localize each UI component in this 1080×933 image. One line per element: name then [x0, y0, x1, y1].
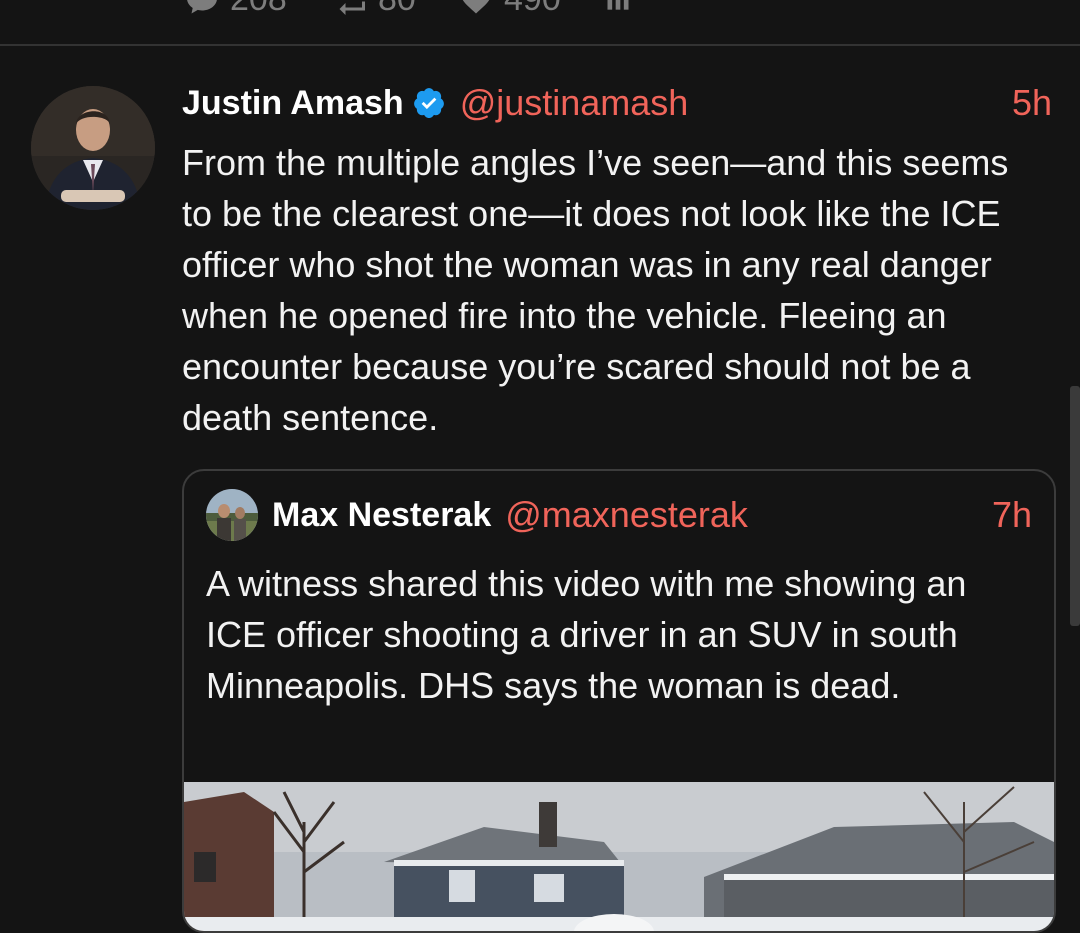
- reply-icon: [187, 0, 217, 13]
- retweet-count: 80: [378, 0, 416, 19]
- author-name[interactable]: Justin Amash: [182, 84, 404, 123]
- quoted-tweet-video-thumbnail[interactable]: [184, 782, 1054, 931]
- quoted-tweet[interactable]: Max Nesterak @maxnesterak 7h A witness s…: [182, 469, 1056, 933]
- author-handle[interactable]: @justinamash: [460, 82, 689, 124]
- stats-action[interactable]: [604, 0, 632, 16]
- quoted-author-name[interactable]: Max Nesterak: [272, 496, 491, 535]
- verified-icon: [413, 88, 444, 118]
- tweet-header: Justin Amash @justinamash 5h: [182, 80, 1052, 126]
- quoted-author-avatar[interactable]: [206, 489, 258, 541]
- tweet-timestamp[interactable]: 5h: [1012, 82, 1052, 124]
- scrollbar[interactable]: [1070, 386, 1080, 626]
- reply-count: 208: [230, 0, 287, 19]
- quoted-tweet-header: Max Nesterak @maxnesterak 7h: [206, 487, 1032, 543]
- previous-tweet-actions: 208 80 490: [0, 0, 1080, 44]
- quoted-tweet-timestamp[interactable]: 7h: [992, 494, 1032, 536]
- quoted-author-handle[interactable]: @maxnesterak: [505, 494, 748, 536]
- like-icon: [463, 0, 489, 13]
- quoted-tweet-text: A witness shared this video with me show…: [206, 563, 967, 706]
- retweet-action[interactable]: 80: [332, 0, 416, 19]
- stats-icon: [607, 0, 629, 10]
- author-avatar[interactable]: [31, 86, 155, 210]
- like-action[interactable]: 490: [458, 0, 561, 19]
- tweet-divider: [0, 44, 1080, 46]
- retweet-icon: [339, 1, 365, 15]
- tweet-text: From the multiple angles I’ve seen—and t…: [182, 142, 1009, 438]
- like-count: 490: [504, 0, 561, 19]
- reply-action[interactable]: 208: [184, 0, 287, 19]
